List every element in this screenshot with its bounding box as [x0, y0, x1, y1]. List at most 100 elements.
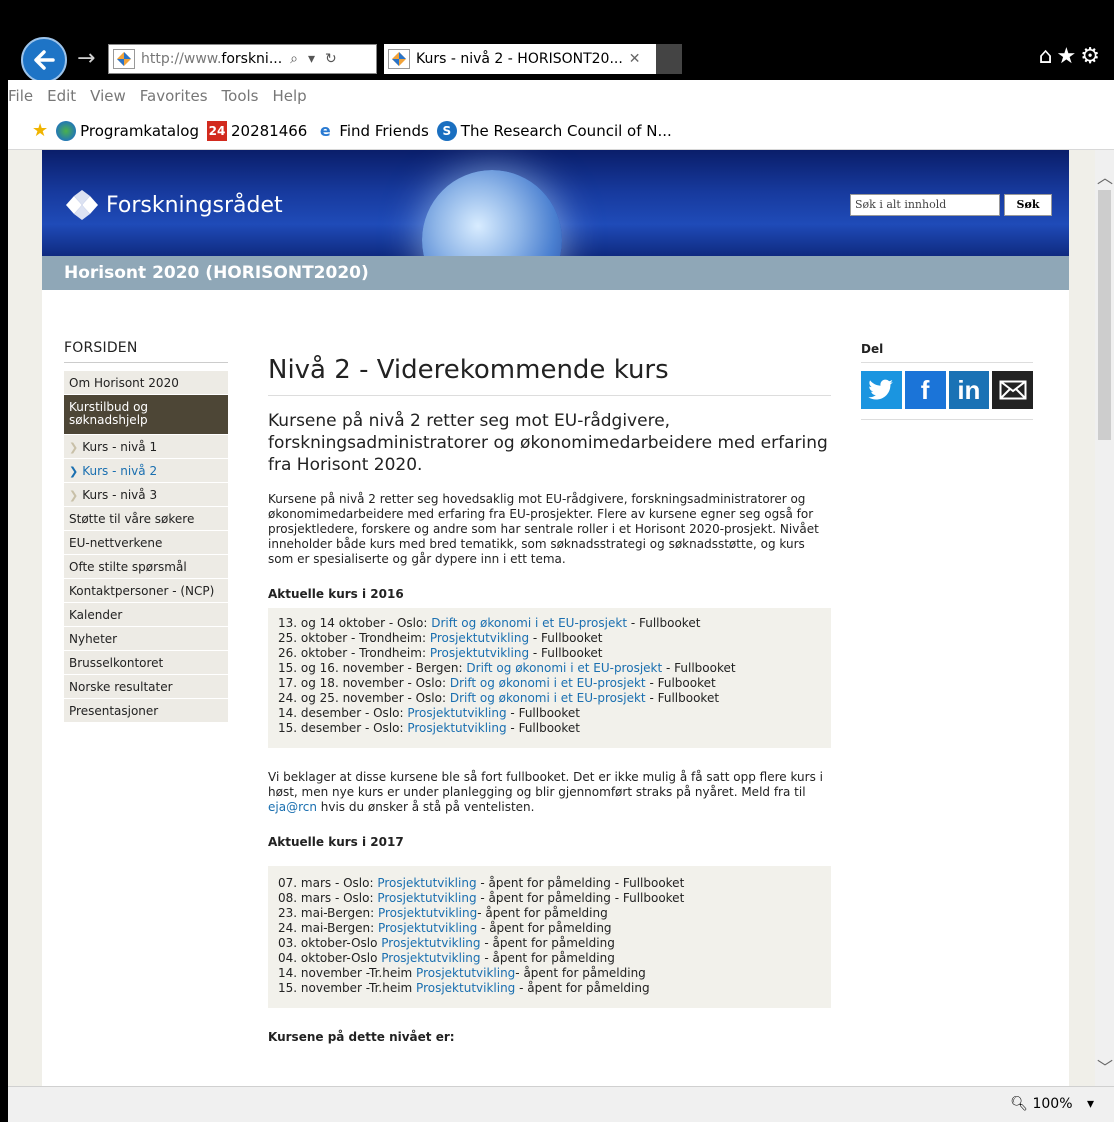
favorite-label: 20281466	[230, 121, 308, 140]
course-status: - Fullbooket	[645, 691, 720, 705]
sidebar-item-kontaktpersoner[interactable]: Kontaktpersoner - (NCP)	[64, 579, 228, 603]
sidebar-item-kurs-niva-2[interactable]: ❯ Kurs - nivå 2	[64, 459, 228, 483]
course-date: 15. november -Tr.heim	[278, 981, 417, 995]
course-link[interactable]: Prosjektutvikling	[381, 951, 480, 965]
course-row: 15. november -Tr.heim Prosjektutvikling …	[278, 981, 821, 996]
course-date: 08. mars - Oslo:	[278, 891, 378, 905]
course-row: 14. november -Tr.heim Prosjektutvikling-…	[278, 966, 821, 981]
course-link[interactable]: Prosjektutvikling	[407, 706, 506, 720]
heading-2016: Aktuelle kurs i 2016	[268, 587, 404, 601]
close-tab-icon[interactable]: ✕	[629, 51, 641, 67]
chevron-right-icon: ❯	[69, 489, 79, 502]
menu-edit[interactable]: Edit	[47, 87, 76, 105]
sidebar-item-kurs-niva-3[interactable]: ❯ Kurs - nivå 3	[64, 483, 228, 507]
share-panel: Del f in	[861, 342, 1033, 420]
heading-levels: Kursene på dette nivået er:	[268, 1030, 455, 1044]
main-content: Nivå 2 - Viderekommende kurs Kursene på …	[268, 355, 831, 1051]
email-link[interactable]: eja@rcn	[268, 800, 317, 814]
sidebar-item-kurs-niva-1[interactable]: ❯ Kurs - nivå 1	[64, 435, 228, 459]
menu-file[interactable]: File	[8, 87, 33, 105]
favorite-label: The Research Council of N...	[460, 121, 672, 140]
course-date: 25. oktober - Trondheim:	[278, 631, 430, 645]
email-icon[interactable]	[992, 371, 1033, 409]
course-link[interactable]: Prosjektutvikling	[377, 891, 476, 905]
menu-tools[interactable]: Tools	[222, 87, 259, 105]
tab-active[interactable]: Kurs - nivå 2 - HORISONT20... ✕	[384, 44, 680, 74]
globe-image	[422, 170, 562, 256]
favorite-programkatalog[interactable]: Programkatalog	[56, 120, 199, 141]
favorite-20281466[interactable]: 24 20281466	[206, 120, 308, 141]
sidebar-item-eu-nettverkene[interactable]: EU-nettverkene	[64, 531, 228, 555]
linkedin-icon[interactable]: in	[948, 371, 990, 409]
course-link[interactable]: Prosjektutvikling	[381, 936, 480, 950]
search-input[interactable]: Søk i alt innhold	[850, 194, 1000, 216]
twitter-icon[interactable]	[861, 371, 902, 409]
address-bar[interactable]: http://www. forskni... ⌕ ▾ ↻	[108, 44, 377, 74]
page-title: Nivå 2 - Viderekommende kurs	[268, 355, 831, 396]
course-status: - åpent for påmelding - Fullbooket	[476, 876, 685, 890]
scroll-thumb[interactable]	[1098, 190, 1111, 440]
course-link[interactable]: Prosjektutvikling	[407, 721, 506, 735]
vertical-scrollbar[interactable]: ︿ ﹀	[1095, 150, 1114, 1086]
sidebar-item-stotte[interactable]: Støtte til våre søkere	[64, 507, 228, 531]
course-row: 07. mars - Oslo: Prosjektutvikling - åpe…	[278, 876, 821, 891]
course-status: - Fullbooket	[506, 721, 580, 735]
course-link[interactable]: Drift og økonomi i et EU-prosjekt	[450, 691, 646, 705]
courses-2016-box: 13. og 14 oktober - Oslo: Drift og økono…	[268, 608, 831, 748]
course-row: 04. oktober-Oslo Prosjektutvikling - åpe…	[278, 951, 821, 966]
favorite-research-council[interactable]: S The Research Council of N...	[436, 120, 672, 141]
course-link[interactable]: Prosjektutvikling	[378, 906, 477, 920]
scroll-up-arrow-icon[interactable]: ︿	[1097, 164, 1113, 188]
menu-favorites[interactable]: Favorites	[140, 87, 208, 105]
course-link[interactable]: Prosjektutvikling	[430, 646, 529, 660]
menu-help[interactable]: Help	[273, 87, 307, 105]
sidebar-item-brusselkontoret[interactable]: Brusselkontoret	[64, 651, 228, 675]
site-favicon-icon	[113, 49, 135, 69]
toolbar-icons: ⌂★⚙	[1039, 44, 1104, 69]
favorite-find-friends[interactable]: e Find Friends	[315, 121, 429, 141]
course-link[interactable]: Prosjektutvikling	[416, 966, 515, 980]
course-link[interactable]: Prosjektutvikling	[378, 921, 477, 935]
site-logo[interactable]: Forskningsrådet	[64, 190, 283, 220]
sidebar-item-faq[interactable]: Ofte stilte spørsmål	[64, 555, 228, 579]
search-button[interactable]: Søk	[1004, 194, 1052, 216]
sidebar-item-kurstilbud[interactable]: Kurstilbud og søknadshjelp	[64, 395, 228, 435]
forward-button[interactable]: →	[77, 47, 95, 71]
sidebar-item-norske-resultater[interactable]: Norske resultater	[64, 675, 228, 699]
settings-gear-icon[interactable]: ⚙	[1080, 44, 1104, 69]
sidebar-item-nyheter[interactable]: Nyheter	[64, 627, 228, 651]
search-icon[interactable]: ⌕	[290, 51, 298, 67]
course-date: 15. og 16. november - Bergen:	[278, 661, 467, 675]
course-link[interactable]: Drift og økonomi i et EU-prosjekt	[431, 616, 627, 630]
back-arrow-icon	[34, 50, 55, 70]
new-tab-button[interactable]	[656, 44, 682, 74]
favorites-star-icon[interactable]: ★	[1057, 44, 1081, 69]
course-status: - Fullbooket	[627, 616, 701, 630]
sidebar-home-link[interactable]: FORSIDEN	[64, 340, 228, 363]
course-row: 14. desember - Oslo: Prosjektutvikling -…	[278, 706, 821, 721]
course-link[interactable]: Drift og økonomi i et EU-prosjekt	[466, 661, 662, 675]
zoom-control[interactable]: 🔍︎ 100% ▾	[1010, 1096, 1094, 1112]
course-date: 24. mai-Bergen:	[278, 921, 378, 935]
sidebar-item-om-horisont[interactable]: Om Horisont 2020	[64, 371, 228, 395]
menu-view[interactable]: View	[90, 87, 126, 105]
sidebar-item-kalender[interactable]: Kalender	[64, 603, 228, 627]
refresh-icon[interactable]: ↻	[325, 51, 337, 67]
scroll-down-arrow-icon[interactable]: ﹀	[1097, 1054, 1113, 1078]
sidebar-item-label: Kurs - nivå 2	[82, 464, 158, 478]
course-date: 26. oktober - Trondheim:	[278, 646, 430, 660]
course-date: 15. desember - Oslo:	[278, 721, 408, 735]
course-link[interactable]: Prosjektutvikling	[377, 876, 476, 890]
facebook-icon[interactable]: f	[904, 371, 946, 409]
home-icon[interactable]: ⌂	[1039, 44, 1057, 69]
ie-icon: e	[319, 121, 331, 140]
back-button[interactable]	[21, 37, 67, 83]
sidebar-item-presentasjoner[interactable]: Presentasjoner	[64, 699, 228, 723]
add-favorites-star-icon[interactable]: ★	[32, 120, 48, 141]
course-link[interactable]: Drift og økonomi i et EU-prosjekt	[450, 676, 646, 690]
menu-bar: File Edit View Favorites Tools Help	[8, 80, 1114, 112]
course-link[interactable]: Prosjektutvikling	[416, 981, 515, 995]
dropdown-icon[interactable]: ▾	[308, 51, 315, 67]
heading-2017: Aktuelle kurs i 2017	[268, 835, 404, 849]
course-link[interactable]: Prosjektutvikling	[430, 631, 529, 645]
